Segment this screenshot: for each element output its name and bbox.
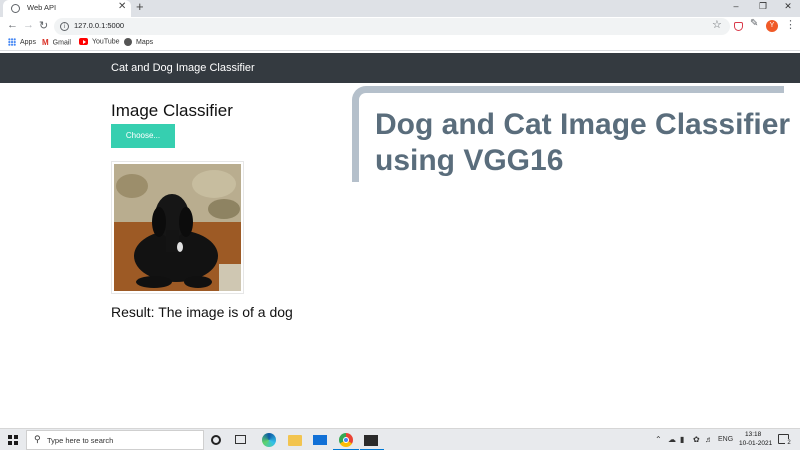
browser-menu-icon[interactable]: ⋮ [785,18,796,31]
address-bar[interactable]: i 127.0.0.1:5000 [54,18,730,35]
navbar-brand[interactable]: Cat and Dog Image Classifier [111,62,255,74]
search-icon: ⚲ [34,434,41,444]
choose-file-button[interactable]: Choose... [111,124,175,148]
window-close-icon[interactable]: ✕ [778,1,798,12]
notification-count: 2 [785,439,793,447]
bookmarks-bar: Apps M Gmail YouTube Maps [0,36,800,51]
maps-icon [124,38,132,46]
minimize-icon[interactable]: – [726,1,746,11]
clock-date[interactable]: 10-01-2021 [739,440,772,447]
chevron-up-icon[interactable]: ⌃ [655,435,662,444]
search-placeholder: Type here to search [47,436,114,445]
tab-close-icon[interactable]: ✕ [118,1,126,12]
mail-icon[interactable] [313,435,327,445]
windows-taskbar: ⚲ Type here to search ⌃ ☁ ▮ ✿ ♬ ENG 13:1… [0,428,800,450]
bookmark-apps[interactable]: Apps [8,38,36,46]
extensions-puzzle-icon[interactable]: ✎ [750,18,758,29]
profile-avatar[interactable]: Y [766,20,778,32]
image-preview [111,161,244,294]
taskbar-search-box[interactable]: ⚲ Type here to search [26,430,204,450]
tab-web-api[interactable]: Web API ✕ [3,0,131,17]
reload-icon[interactable]: ↻ [39,19,48,32]
task-view-icon[interactable] [235,435,246,444]
battery-icon[interactable]: ▮ [680,435,684,444]
apps-grid-icon [8,38,16,46]
info-icon[interactable]: i [60,22,69,31]
chrome-icon[interactable] [339,433,353,447]
browser-tab-strip: Web API ✕ + – ❐ ✕ [0,0,800,17]
gmail-icon: M [42,38,49,47]
edge-icon[interactable] [262,433,276,447]
dog-photo [114,164,241,291]
youtube-icon [79,38,88,45]
wifi-icon[interactable]: ✿ [693,435,700,444]
bookmark-maps[interactable]: Maps [124,38,153,46]
pocket-extension-icon[interactable] [734,22,743,31]
result-text: Result: The image is of a dog [111,304,293,320]
bookmark-gmail[interactable]: M Gmail [42,38,71,47]
terminal-icon[interactable] [364,435,378,446]
back-arrow-icon[interactable]: ← [7,19,18,31]
forward-arrow-icon[interactable]: → [23,19,34,31]
globe-icon [11,4,20,13]
cortana-icon[interactable] [211,435,221,445]
bookmark-youtube[interactable]: YouTube [79,38,120,45]
tab-title: Web API [27,3,57,12]
file-explorer-icon[interactable] [288,435,302,446]
cloud-icon[interactable]: ☁ [668,435,676,444]
url-text[interactable]: 127.0.0.1:5000 [74,21,124,30]
volume-icon[interactable]: ♬ [705,435,713,444]
clock-time[interactable]: 13:18 [745,431,761,438]
browser-toolbar: ← → ↻ i 127.0.0.1:5000 [0,17,800,36]
windows-start-icon[interactable] [8,435,18,445]
new-tab-button[interactable]: + [136,0,144,14]
language-indicator[interactable]: ENG [718,436,733,443]
bookmark-star-icon[interactable]: ☆ [712,18,722,31]
hero-title: Dog and Cat Image Classifier using VGG16 [375,108,791,177]
classifier-heading: Image Classifier [111,101,233,120]
restore-icon[interactable]: ❐ [753,1,773,12]
site-navbar: Cat and Dog Image Classifier [0,53,800,83]
